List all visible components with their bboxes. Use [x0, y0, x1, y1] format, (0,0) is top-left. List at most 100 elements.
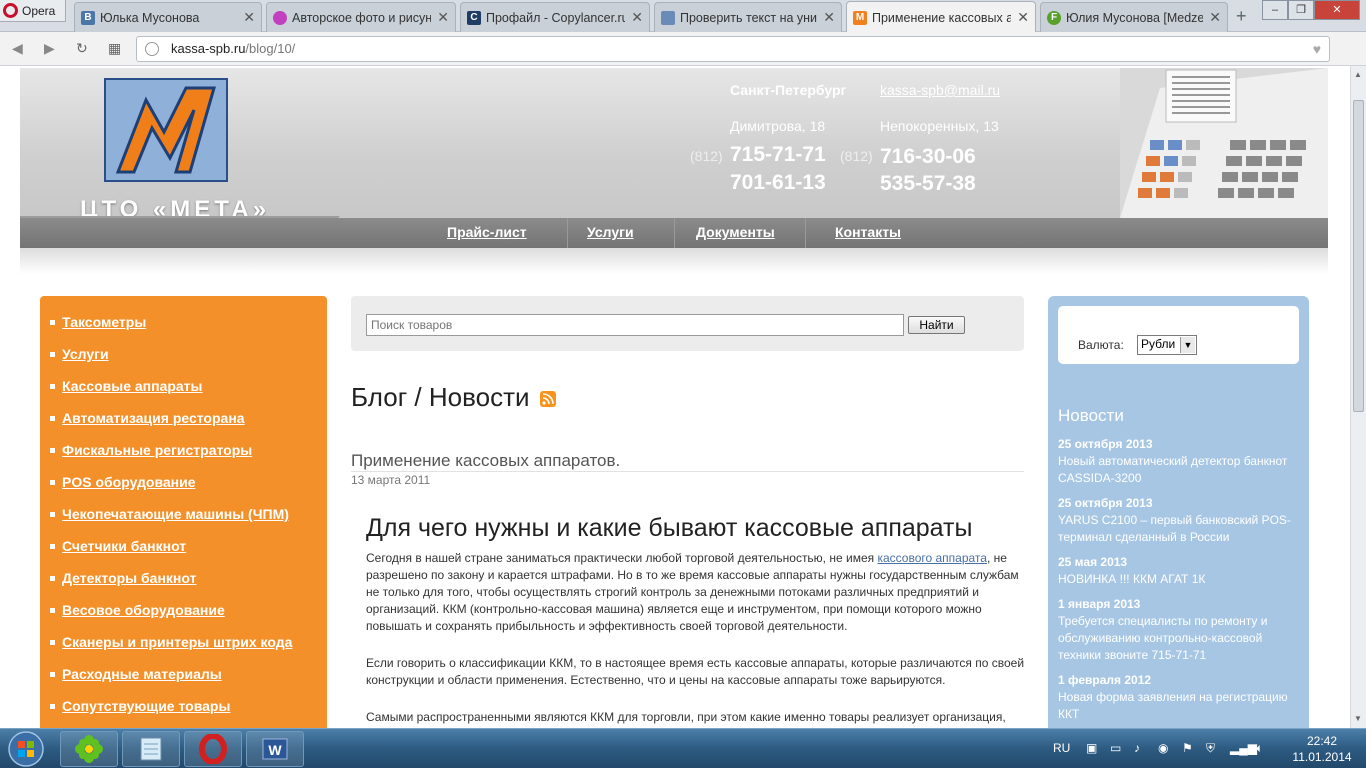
cash-register-link[interactable]: кассового аппарата [877, 551, 987, 565]
opera-taskbar-icon[interactable] [184, 731, 242, 767]
menu-services[interactable]: Услуги [587, 224, 634, 240]
clock-time: 22:42 [1306, 734, 1338, 748]
opera-menu-button[interactable]: Opera [0, 0, 66, 22]
tab-title: Юлька Мусонова [100, 10, 200, 25]
close-icon[interactable]: ✕ [437, 9, 449, 26]
system-clock[interactable]: 22:42 11.01.2014 [1286, 733, 1358, 765]
tab-uniqueness[interactable]: Проверить текст на уник ✕ [654, 2, 842, 32]
search-panel: Найти [351, 296, 1024, 351]
tab-copylancer[interactable]: C Профайл - Copylancer.ru ✕ [460, 2, 650, 32]
category-menu: Таксометры Услуги Кассовые аппараты Авто… [40, 296, 327, 728]
clock-date: 11.01.2014 [1292, 750, 1352, 764]
category-label: Расходные материалы [62, 666, 222, 682]
bullet-icon [50, 415, 55, 421]
category-item[interactable]: Весовое оборудование [50, 602, 225, 618]
close-icon[interactable]: ✕ [631, 9, 643, 26]
category-item[interactable]: Сканеры и принтеры штрих кода [50, 634, 292, 650]
page-scrollbar[interactable]: ▲ ▼ [1350, 66, 1366, 728]
tab-title: Авторское фото и рисун [292, 10, 432, 25]
close-icon[interactable]: ✕ [823, 9, 835, 26]
header-email-link[interactable]: kassa-spb@mail.ru [880, 82, 1000, 98]
category-label: Весовое оборудование [62, 602, 225, 618]
meta-logo[interactable] [104, 78, 228, 182]
page-viewport: ЦТО «МЕТА» Санкт-Петербург kassa-spb@mai… [0, 66, 1350, 728]
close-window-icon[interactable]: ✕ [1314, 0, 1360, 20]
article-paragraph-2: Если говорить о классификации ККМ, то в … [366, 656, 1025, 687]
windows-start-icon[interactable] [2, 729, 50, 768]
search-button[interactable]: Найти [908, 316, 965, 334]
search-input[interactable] [366, 314, 904, 336]
tab-title: Профайл - Copylancer.ru [486, 10, 626, 25]
close-icon[interactable]: ✕ [1209, 9, 1221, 26]
category-item[interactable]: Фискальные регистраторы [50, 442, 252, 458]
opera-menu-label: Opera [22, 3, 56, 18]
volume-icon[interactable]: 🔈︎ [1256, 741, 1263, 756]
category-item[interactable]: Автоматизация ресторана [50, 410, 245, 426]
news-date: 1 февраля 2012 [1058, 673, 1152, 687]
tab-medzer[interactable]: F Юлия Мусонова [Medzer ✕ [1040, 2, 1228, 32]
menu-price-list[interactable]: Прайс-лист [447, 224, 527, 240]
news-link[interactable]: Требуется специалисты по ремонту и обслу… [1058, 613, 1298, 664]
menu-contacts[interactable]: Контакты [835, 224, 901, 240]
tab-photo[interactable]: Авторское фото и рисун ✕ [266, 2, 456, 32]
menu-documents[interactable]: Документы [696, 224, 775, 240]
header-shadow [20, 248, 1328, 274]
tray-security-icon[interactable]: ⛨ [1206, 741, 1215, 756]
category-item[interactable]: Детекторы банкнот [50, 570, 196, 586]
url-path: /blog/10/ [245, 41, 296, 56]
news-date: 1 января 2013 [1058, 597, 1141, 611]
tray-monitor-icon[interactable]: ▭ [1110, 741, 1121, 755]
tray-mute-icon[interactable]: ♪ [1134, 741, 1140, 755]
news-link[interactable]: Новая форма заявления на регистрацию ККТ [1058, 689, 1298, 723]
post-title[interactable]: Применение кассовых аппаратов. [351, 451, 620, 471]
tab-kassa-active[interactable]: M Применение кассовых ап ✕ [846, 1, 1036, 33]
word-icon[interactable]: W [246, 731, 304, 767]
icq-icon[interactable] [60, 731, 118, 767]
address-bar[interactable]: kassa-spb.ru/blog/10/ ♥ [136, 36, 1330, 62]
category-item[interactable]: Кассовые аппараты [50, 378, 203, 394]
tray-app-icon[interactable]: ▣ [1086, 741, 1097, 755]
bookmark-heart-icon[interactable]: ♥ [1313, 37, 1321, 61]
shield-icon [661, 10, 675, 25]
article-paragraph-1: Сегодня в нашей стране заниматься практи… [366, 550, 1026, 635]
scrollbar-thumb[interactable] [1353, 100, 1364, 412]
currency-value: Рубли [1141, 337, 1176, 351]
new-tab-icon[interactable]: + [1236, 6, 1247, 27]
scroll-down-icon[interactable]: ▼ [1354, 714, 1362, 723]
category-item[interactable]: Чекопечатающие машины (ЧПМ) [50, 506, 289, 522]
news-link[interactable]: НОВИНКА !!! ККМ АГАТ 1К [1058, 571, 1298, 588]
menu-divider [674, 218, 675, 248]
back-icon[interactable]: ◀ [12, 40, 23, 57]
maximize-icon[interactable]: ❐ [1288, 0, 1314, 20]
category-item[interactable]: POS оборудование [50, 474, 196, 490]
news-link[interactable]: YARUS C2100 – первый банковский POS-терм… [1058, 512, 1298, 546]
notepad-icon[interactable] [122, 731, 180, 767]
forward-icon[interactable]: ▶ [44, 40, 55, 57]
site-info-icon[interactable] [145, 42, 159, 56]
header-city: Санкт-Петербург [730, 82, 847, 98]
close-icon[interactable]: ✕ [1017, 9, 1029, 26]
category-item[interactable]: Сопутствующие товары [50, 698, 230, 714]
tray-globe-icon[interactable]: ◉ [1158, 741, 1168, 755]
rss-icon[interactable] [540, 391, 556, 407]
category-item[interactable]: Расходные материалы [50, 666, 222, 682]
category-item[interactable]: Услуги [50, 346, 109, 362]
speed-dial-icon[interactable]: ▦ [108, 40, 121, 57]
category-item[interactable]: Счетчики банкнот [50, 538, 186, 554]
news-heading: Новости [1058, 406, 1124, 425]
bullet-icon [50, 671, 55, 677]
menu-divider [567, 218, 568, 248]
url-host: kassa-spb.ru [171, 41, 246, 56]
scroll-up-icon[interactable]: ▲ [1354, 70, 1362, 79]
news-link[interactable]: Новый автоматический детектор банкнот CA… [1058, 453, 1298, 487]
reload-icon[interactable]: ↻ [76, 40, 88, 57]
close-icon[interactable]: ✕ [243, 9, 255, 26]
currency-select[interactable]: Рубли ▼ [1137, 335, 1197, 355]
network-icon[interactable]: ▂▄▆ [1230, 741, 1257, 755]
category-item[interactable]: Таксометры [50, 314, 146, 330]
bullet-icon [50, 383, 55, 389]
minimize-icon[interactable]: – [1262, 0, 1288, 20]
language-indicator[interactable]: RU [1053, 741, 1070, 755]
tab-vk[interactable]: B Юлька Мусонова ✕ [74, 2, 262, 32]
tray-flag-icon[interactable]: ⚑ [1182, 741, 1193, 755]
